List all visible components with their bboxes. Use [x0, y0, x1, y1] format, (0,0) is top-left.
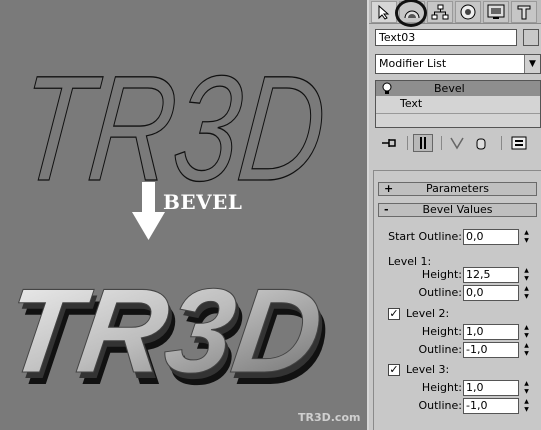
viewport[interactable]: TR3D BEVEL TR3D TR3D TR3D TR3D.com: [0, 0, 367, 430]
l2-height-label: Height:: [421, 325, 462, 338]
lightbulb-icon[interactable]: [382, 82, 392, 95]
modifier-list-dropdown[interactable]: Modifier List ▼: [375, 54, 541, 74]
tab-utilities[interactable]: [511, 1, 537, 23]
modifier-stack[interactable]: Bevel Text: [375, 80, 541, 128]
panel-tabs: [369, 0, 541, 27]
make-unique-button[interactable]: [447, 134, 467, 152]
trash-icon: [476, 138, 486, 150]
l3-height-spinner[interactable]: ▲ ▼: [522, 380, 531, 396]
command-panel: Text03 Modifier List ▼ Bevel Text + Para…: [367, 0, 541, 430]
l2-outline-spinner[interactable]: ▲ ▼: [522, 342, 531, 358]
tab-create[interactable]: [371, 1, 397, 23]
l2-outline-label: Outline:: [418, 343, 462, 356]
level1-label: Level 1:: [388, 255, 432, 268]
stack-item-label: Text: [400, 97, 423, 110]
bevel-text-face: TR3D: [18, 264, 331, 398]
stack-toolbar: [375, 132, 541, 154]
l1-outline-label: Outline:: [418, 286, 462, 299]
l1-height-field[interactable]: 12,5: [463, 267, 519, 283]
hierarchy-icon: [431, 4, 449, 20]
stack-item-text[interactable]: Text: [376, 96, 540, 111]
l2-height-field[interactable]: 1,0: [463, 324, 519, 340]
bevel-values-rollout-header[interactable]: - Bevel Values: [378, 203, 537, 217]
toolbar-divider: [441, 136, 442, 150]
start-outline-field[interactable]: 0,0: [463, 229, 519, 245]
tab-display[interactable]: [483, 1, 509, 23]
motion-icon: [460, 4, 476, 20]
start-outline-label: Start Outline:: [388, 230, 462, 243]
configure-sets-button[interactable]: [509, 134, 529, 152]
beveled-text-shape: TR3D TR3D TR3D: [18, 263, 337, 402]
toolbar-divider: [407, 136, 408, 150]
rollout-area: + Parameters - Bevel Values Start Outlin…: [373, 170, 541, 430]
remove-modifier-button[interactable]: [471, 134, 491, 152]
stack-divider: [376, 113, 540, 114]
l1-outline-field[interactable]: 0,0: [463, 285, 519, 301]
level2-label: Level 2:: [406, 307, 450, 320]
modifier-list-label: Modifier List: [379, 57, 447, 70]
rollout-title: Bevel Values: [422, 203, 493, 216]
outline-text: TR3D: [30, 44, 333, 198]
l3-height-field[interactable]: 1,0: [463, 380, 519, 396]
make-unique-icon: [450, 137, 464, 150]
l1-height-spinner[interactable]: ▲ ▼: [522, 267, 531, 283]
create-arrow-icon: [378, 4, 390, 20]
end-result-icon: [420, 137, 426, 149]
pin-stack-button[interactable]: [379, 134, 401, 152]
l3-height-label: Height:: [421, 381, 462, 394]
collapse-icon: -: [384, 203, 389, 216]
l1-outline-spinner[interactable]: ▲ ▼: [522, 285, 531, 301]
tab-hierarchy[interactable]: [427, 1, 453, 23]
display-icon: [487, 4, 505, 19]
pin-icon: [382, 139, 396, 147]
outline-text-shape: TR3D: [30, 44, 334, 198]
start-outline-spinner[interactable]: ▲ ▼: [522, 229, 531, 245]
highlight-circle: [395, 0, 427, 27]
watermark: TR3D.com: [298, 411, 361, 424]
configure-icon: [511, 136, 527, 150]
l1-height-label: Height:: [421, 268, 462, 281]
utilities-icon: [517, 5, 531, 20]
operation-label: BEVEL: [163, 190, 243, 214]
level3-checkbox[interactable]: ✓: [388, 364, 400, 376]
l3-outline-field[interactable]: -1,0: [463, 398, 519, 414]
chevron-down-icon[interactable]: ▼: [524, 55, 540, 73]
level2-checkbox[interactable]: ✓: [388, 308, 400, 320]
object-color-swatch[interactable]: [523, 29, 539, 46]
l2-outline-field[interactable]: -1,0: [463, 342, 519, 358]
l2-height-spinner[interactable]: ▲ ▼: [522, 324, 531, 340]
stack-item-bevel[interactable]: Bevel: [376, 81, 540, 96]
show-end-result-button[interactable]: [413, 134, 433, 152]
level3-label: Level 3:: [406, 363, 450, 376]
l3-outline-spinner[interactable]: ▲ ▼: [522, 398, 531, 414]
expand-icon: +: [384, 182, 394, 195]
stack-item-label: Bevel: [434, 82, 465, 95]
parameters-rollout-header[interactable]: + Parameters: [378, 182, 537, 196]
rollout-title: Parameters: [426, 182, 489, 195]
toolbar-divider: [501, 136, 502, 150]
tab-motion[interactable]: [455, 1, 481, 23]
l3-outline-label: Outline:: [418, 399, 462, 412]
object-name-field[interactable]: Text03: [375, 29, 517, 46]
